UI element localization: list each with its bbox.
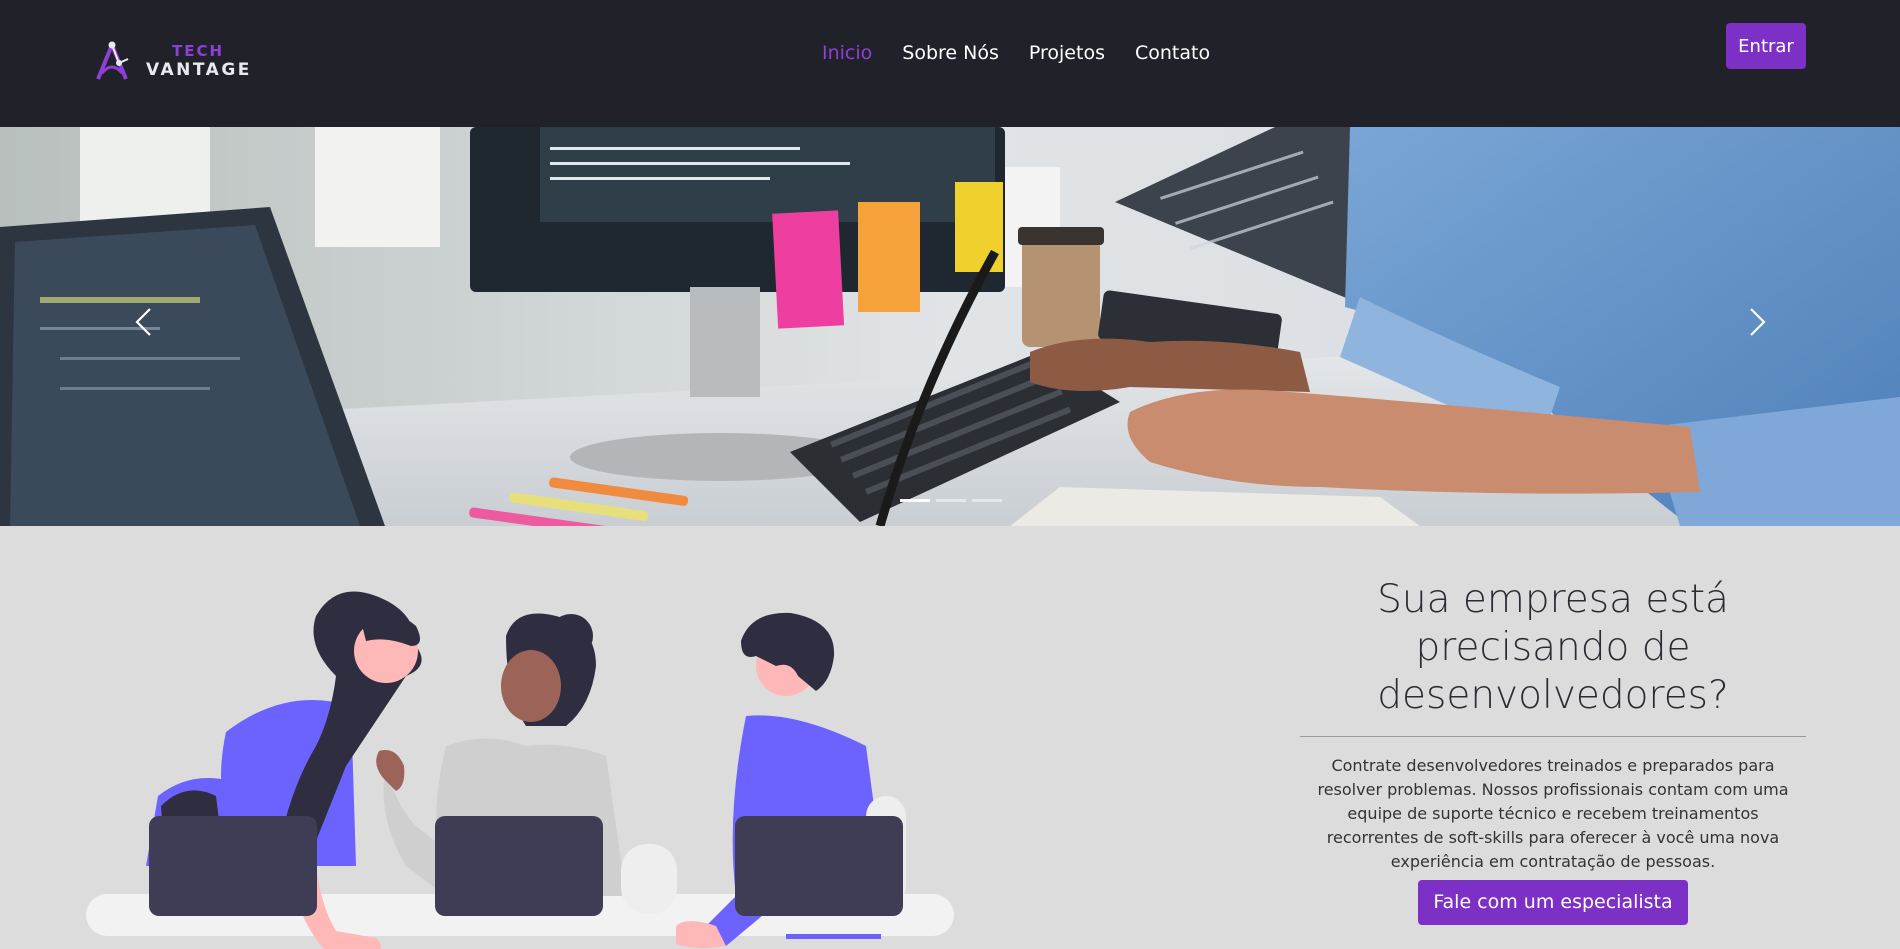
brand-line-1: TECH [172, 42, 225, 60]
carousel-indicators [900, 499, 1002, 502]
login-button[interactable]: Entrar [1726, 23, 1806, 69]
carousel-indicator-2[interactable] [936, 499, 966, 502]
hero-image [0, 127, 1900, 526]
main-nav: Inicio Sobre Nós Projetos Contato [822, 42, 1240, 64]
nav-item-sobre-nos[interactable]: Sobre Nós [902, 42, 999, 64]
promo-divider [1300, 736, 1806, 737]
carousel-prev-button[interactable] [123, 297, 163, 347]
nav-item-projetos[interactable]: Projetos [1029, 42, 1105, 64]
nav-item-inicio[interactable]: Inicio [822, 42, 872, 64]
nav-item-contato[interactable]: Contato [1135, 42, 1210, 64]
carousel-indicator-1[interactable] [900, 499, 930, 502]
carousel-next-button[interactable] [1738, 297, 1778, 347]
brand-logo[interactable]: TECH VANTAGE [92, 37, 262, 87]
navbar: TECH VANTAGE Inicio Sobre Nós Projetos C… [0, 0, 1900, 127]
contact-specialist-button[interactable]: Fale com um especialista [1418, 880, 1688, 925]
chevron-left-icon [135, 308, 151, 336]
chevron-right-icon [1750, 308, 1766, 336]
promo-title: Sua empresa está precisando de desenvolv… [1377, 577, 1729, 718]
carousel-indicator-3[interactable] [972, 499, 1002, 502]
brand-line-2: VANTAGE [146, 60, 252, 80]
logo-icon [96, 41, 129, 80]
hire-section: Sua empresa está precisando de desenvolv… [0, 526, 1900, 949]
team-illustration [86, 591, 954, 949]
hire-promo: Sua empresa está precisando de desenvolv… [1300, 576, 1806, 925]
hero-carousel [0, 127, 1900, 526]
promo-description: Contrate desenvolvedores treinados e pre… [1317, 756, 1789, 871]
